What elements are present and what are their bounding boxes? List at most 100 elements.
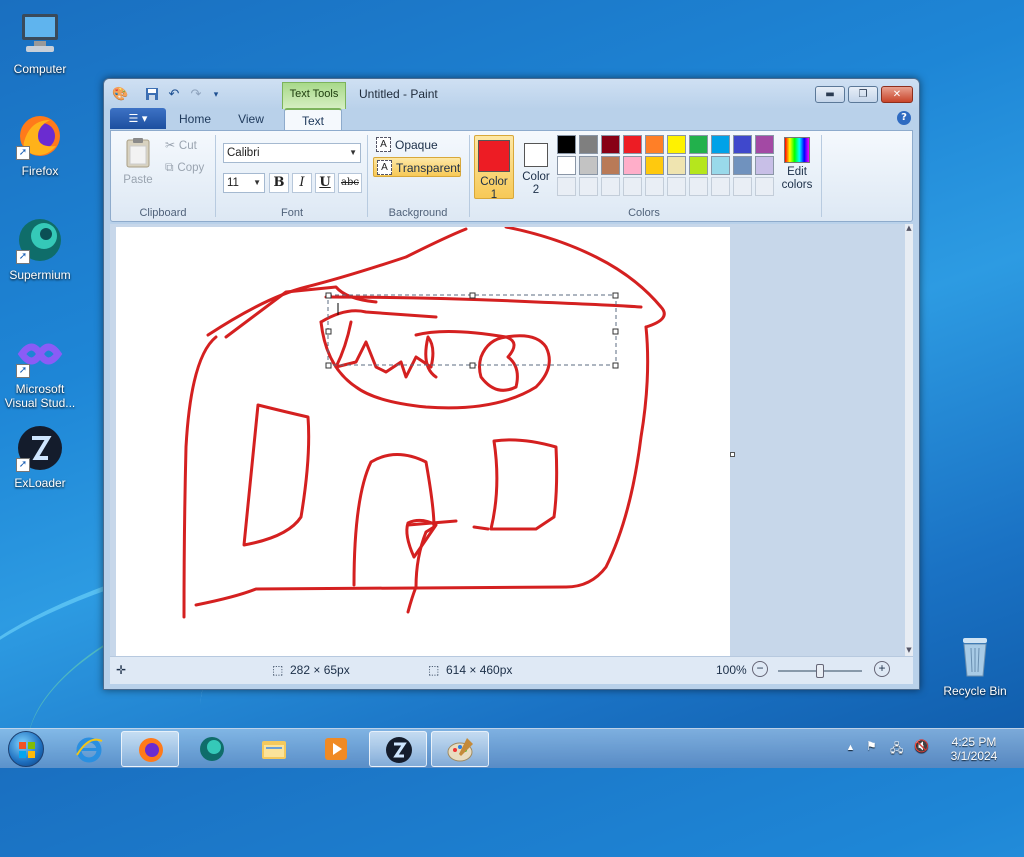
palette-color-swatch[interactable] bbox=[579, 156, 598, 175]
computer-icon bbox=[16, 10, 64, 58]
taskbar-paint[interactable] bbox=[431, 731, 489, 767]
chevron-down-icon: ▼ bbox=[253, 178, 261, 187]
bold-button[interactable]: B bbox=[269, 173, 289, 193]
opaque-button[interactable]: A Opaque bbox=[373, 135, 461, 155]
desktop-icon-recycle-bin[interactable]: Recycle Bin bbox=[935, 632, 1015, 698]
desktop-icon-computer[interactable]: Computer bbox=[0, 10, 80, 76]
palette-color-swatch[interactable] bbox=[733, 135, 752, 154]
drawing-canvas[interactable] bbox=[116, 225, 730, 656]
file-menu-button[interactable]: ☰ ▾ bbox=[110, 108, 166, 129]
palette-color-swatch[interactable] bbox=[689, 156, 708, 175]
palette-empty-swatch[interactable] bbox=[601, 177, 620, 196]
selection-size-icon: ⬚ bbox=[272, 663, 284, 677]
color1-button[interactable]: Color 1 bbox=[474, 135, 514, 201]
palette-empty-swatch[interactable] bbox=[623, 177, 642, 196]
cut-button[interactable]: ✂ Cut bbox=[165, 138, 197, 154]
desktop-icon-exloader[interactable]: ➚ ExLoader bbox=[0, 424, 80, 490]
strikethrough-button[interactable]: abc bbox=[338, 173, 362, 193]
palette-color-swatch[interactable] bbox=[623, 135, 642, 154]
palette-color-swatch[interactable] bbox=[667, 156, 686, 175]
undo-icon[interactable]: ↶ bbox=[166, 87, 182, 103]
font-family-select[interactable]: Calibri ▼ bbox=[223, 143, 361, 163]
palette-empty-swatch[interactable] bbox=[755, 177, 774, 196]
internet-explorer-icon bbox=[75, 735, 103, 763]
group-divider bbox=[215, 135, 216, 217]
zoom-slider-thumb[interactable] bbox=[816, 664, 824, 678]
zoom-out-button[interactable]: − bbox=[752, 661, 768, 677]
desktop-icon-visual-studio[interactable]: ➚ Microsoft Visual Stud... bbox=[0, 330, 80, 410]
palette-color-swatch[interactable] bbox=[711, 135, 730, 154]
scroll-down-icon[interactable]: ▼ bbox=[905, 646, 913, 654]
selection-size: 282 × 65px bbox=[290, 663, 350, 677]
zoom-level: 100% bbox=[716, 663, 747, 677]
palette-color-swatch[interactable] bbox=[755, 135, 774, 154]
start-button[interactable] bbox=[4, 730, 50, 768]
supermium-icon bbox=[198, 735, 226, 763]
palette-color-swatch[interactable] bbox=[623, 156, 642, 175]
copy-button[interactable]: ⧉ Copy bbox=[165, 160, 204, 176]
transparent-button[interactable]: A Transparent bbox=[373, 157, 461, 177]
desktop-icon-supermium[interactable]: ➚ Supermium bbox=[0, 216, 80, 282]
palette-empty-swatch[interactable] bbox=[667, 177, 686, 196]
taskbar-media-player[interactable] bbox=[307, 731, 365, 767]
volume-muted-icon[interactable]: 🔇 bbox=[914, 739, 929, 753]
palette-empty-swatch[interactable] bbox=[711, 177, 730, 196]
palette-color-swatch[interactable] bbox=[733, 156, 752, 175]
taskbar-supermium[interactable] bbox=[183, 731, 241, 767]
canvas-resize-handle[interactable] bbox=[730, 452, 735, 457]
palette-color-swatch[interactable] bbox=[601, 156, 620, 175]
paste-button[interactable]: Paste bbox=[119, 137, 157, 187]
palette-color-swatch[interactable] bbox=[557, 135, 576, 154]
copy-icon: ⧉ bbox=[165, 160, 174, 174]
scroll-up-icon[interactable]: ▲ bbox=[905, 224, 913, 232]
zoom-in-button[interactable]: + bbox=[874, 661, 890, 677]
palette-color-swatch[interactable] bbox=[689, 135, 708, 154]
action-center-flag-icon[interactable]: ⚑ bbox=[866, 739, 877, 753]
save-icon[interactable] bbox=[144, 87, 160, 103]
desktop-icon-firefox[interactable]: ➚ Firefox bbox=[0, 112, 80, 178]
palette-color-swatch[interactable] bbox=[711, 156, 730, 175]
zoom-slider[interactable] bbox=[778, 664, 862, 678]
edit-colors-button[interactable]: Edit colors bbox=[777, 135, 817, 199]
font-size-select[interactable]: 11 ▼ bbox=[223, 173, 265, 193]
windows-logo-icon bbox=[8, 731, 44, 767]
palette-empty-swatch[interactable] bbox=[689, 177, 708, 196]
show-hidden-icons-button[interactable]: ▲ bbox=[846, 742, 855, 752]
palette-color-swatch[interactable] bbox=[645, 135, 664, 154]
taskbar-exloader[interactable] bbox=[369, 731, 427, 767]
taskbar-file-explorer[interactable] bbox=[245, 731, 303, 767]
palette-color-swatch[interactable] bbox=[579, 135, 598, 154]
color2-button[interactable]: Color 2 bbox=[516, 135, 556, 199]
palette-color-swatch[interactable] bbox=[557, 156, 576, 175]
clock[interactable]: 4:25 PM 3/1/2024 bbox=[944, 735, 1004, 763]
vertical-scrollbar[interactable]: ▲ ▼ bbox=[905, 224, 913, 656]
tab-home[interactable]: Home bbox=[172, 108, 218, 130]
palette-color-swatch[interactable] bbox=[755, 156, 774, 175]
palette-empty-swatch[interactable] bbox=[579, 177, 598, 196]
palette-color-swatch[interactable] bbox=[645, 156, 664, 175]
palette-color-swatch[interactable] bbox=[667, 135, 686, 154]
redo-icon[interactable]: ↷ bbox=[188, 87, 204, 103]
palette-empty-swatch[interactable] bbox=[557, 177, 576, 196]
palette-empty-swatch[interactable] bbox=[733, 177, 752, 196]
tab-view[interactable]: View bbox=[228, 108, 274, 130]
font-size-value: 11 bbox=[227, 177, 239, 189]
tab-text[interactable]: Text bbox=[284, 108, 342, 130]
taskbar-firefox[interactable] bbox=[121, 731, 179, 767]
paint-app-icon[interactable]: 🎨 bbox=[112, 87, 128, 103]
underline-button[interactable]: U bbox=[315, 173, 335, 193]
close-button[interactable]: ✕ bbox=[881, 86, 913, 103]
visual-studio-icon: ➚ bbox=[16, 330, 64, 378]
customize-quick-access-icon[interactable]: ▾ bbox=[208, 87, 224, 103]
italic-button[interactable]: I bbox=[292, 173, 312, 193]
ribbon: Paste ✂ Cut ⧉ Copy Clipboard Calibri ▼ 1… bbox=[110, 130, 913, 222]
network-icon[interactable]: 🖧 bbox=[890, 739, 903, 760]
taskbar-internet-explorer[interactable] bbox=[60, 731, 118, 767]
palette-empty-swatch[interactable] bbox=[645, 177, 664, 196]
help-icon[interactable]: ? bbox=[897, 111, 911, 125]
title-bar[interactable]: 🎨 ↶ ↷ ▾ Text Tools Untitled - Paint ▬ ❐ … bbox=[104, 79, 919, 109]
exloader-icon bbox=[385, 736, 413, 764]
maximize-button[interactable]: ❐ bbox=[848, 86, 878, 103]
palette-color-swatch[interactable] bbox=[601, 135, 620, 154]
minimize-button[interactable]: ▬ bbox=[815, 86, 845, 103]
